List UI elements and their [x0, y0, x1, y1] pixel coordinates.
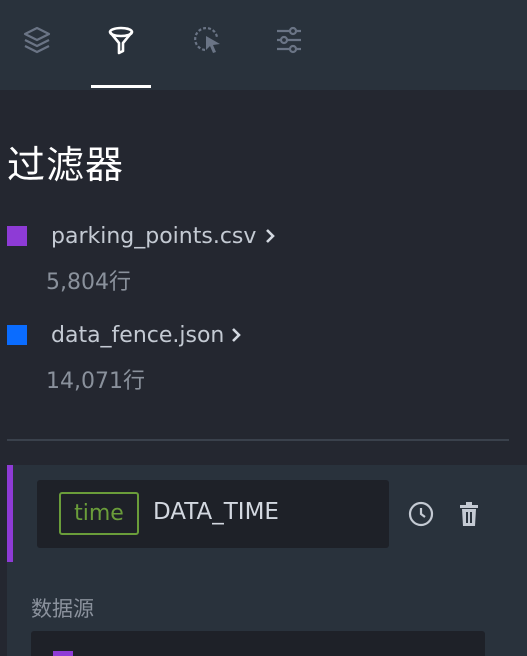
layers-icon	[23, 26, 51, 54]
tab-interactions[interactable]	[178, 24, 238, 84]
data-source-select[interactable]	[31, 631, 485, 656]
dataset-name[interactable]: data_fence.json	[51, 323, 224, 348]
trash-icon	[460, 502, 478, 526]
dataset-row-count: 14,071行	[46, 369, 145, 394]
tab-filters[interactable]	[91, 24, 151, 84]
filter-color-accent	[7, 465, 13, 562]
cursor-icon	[194, 27, 220, 53]
source-color-swatch	[53, 651, 73, 656]
sliders-icon	[277, 26, 301, 54]
filter-icon	[108, 26, 134, 55]
chevron-right-icon[interactable]	[228, 327, 244, 343]
filter-panel: time DATA_TIME 数据源	[7, 465, 527, 656]
tab-settings[interactable]	[259, 24, 319, 84]
dataset-item: parking_points.csv 5,804行	[0, 222, 527, 295]
field-type-badge: time	[59, 492, 139, 535]
filter-field-selector[interactable]: time DATA_TIME	[37, 480, 389, 548]
time-playback-button[interactable]	[406, 499, 436, 529]
page-title: 过滤器	[7, 143, 125, 187]
data-source-label: 数据源	[31, 597, 94, 621]
tab-layers[interactable]	[7, 24, 67, 84]
clock-icon	[408, 501, 434, 527]
field-name: DATA_TIME	[153, 499, 279, 525]
dataset-color-swatch	[7, 325, 27, 345]
chevron-right-icon[interactable]	[262, 228, 278, 244]
dataset-name[interactable]: parking_points.csv	[51, 224, 256, 249]
dataset-color-swatch	[7, 226, 27, 246]
dataset-row-count: 5,804行	[46, 270, 131, 295]
delete-filter-button[interactable]	[454, 499, 484, 529]
active-tab-indicator	[91, 85, 151, 88]
divider	[7, 439, 509, 441]
panel-tab-bar	[0, 0, 527, 90]
dataset-item: data_fence.json 14,071行	[0, 321, 527, 394]
